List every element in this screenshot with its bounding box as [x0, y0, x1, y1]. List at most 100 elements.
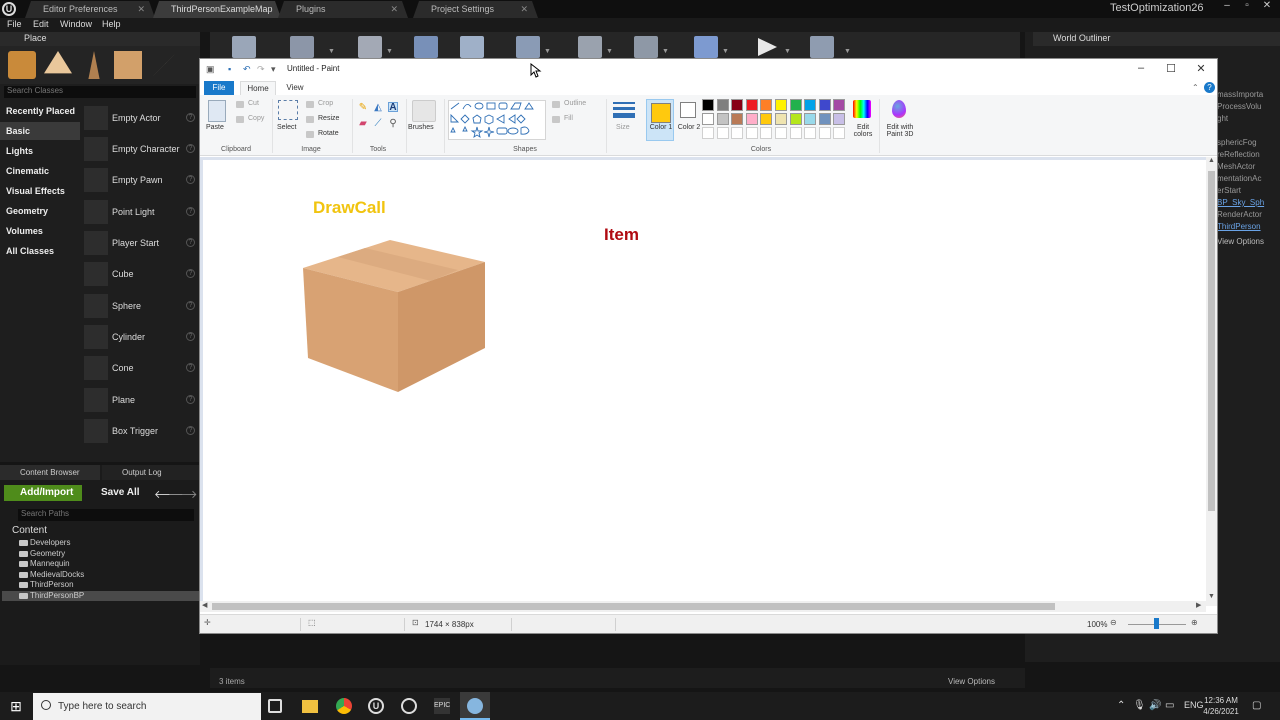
chevron-down-icon[interactable]: ▼: [328, 48, 335, 55]
place-mode-icon[interactable]: [8, 51, 36, 79]
cinematics-icon[interactable]: [460, 36, 484, 58]
asset-cone[interactable]: Cone?: [82, 354, 200, 382]
outliner-item[interactable]: massImporta: [1217, 90, 1263, 99]
blueprints-icon[interactable]: [414, 36, 438, 58]
notifications-icon[interactable]: ▢: [1252, 700, 1261, 711]
tab-file[interactable]: File: [204, 81, 234, 95]
palette-swatch[interactable]: [818, 113, 831, 125]
palette-swatch-empty[interactable]: [818, 127, 831, 139]
help-icon[interactable]: ?: [186, 395, 195, 404]
outliner-item[interactable]: BP_Sky_Sph: [1217, 198, 1264, 207]
outliner-view-options[interactable]: View Options: [1217, 237, 1264, 246]
cube-icon[interactable]: [694, 36, 718, 58]
folder-developers[interactable]: Developers: [12, 538, 70, 548]
save-icon[interactable]: ▪: [228, 65, 238, 75]
content-root-folder[interactable]: Content: [12, 525, 47, 536]
horizontal-scrollbar[interactable]: ◀ ▶: [200, 601, 1206, 612]
epic-games-icon[interactable]: EPIC: [434, 698, 450, 714]
fill-bucket-icon[interactable]: ◭: [373, 103, 383, 113]
fill-button[interactable]: Fill: [552, 115, 573, 123]
add-import-button[interactable]: Add/Import: [4, 485, 82, 501]
outliner-item[interactable]: ProcessVolu: [1217, 102, 1261, 111]
palette-swatch[interactable]: [731, 99, 744, 111]
horizontal-scroll-thumb[interactable]: [212, 603, 1055, 610]
asset-point-light[interactable]: Point Light?: [82, 198, 200, 226]
palette-swatch[interactable]: [833, 113, 846, 125]
volume-icon[interactable]: 🔊: [1149, 700, 1161, 711]
unreal-engine-icon[interactable]: U: [368, 698, 384, 714]
crop-button[interactable]: Crop: [306, 100, 333, 108]
scroll-down-icon[interactable]: ▼: [1208, 593, 1215, 600]
edit-colors-button[interactable]: Edit colors: [850, 124, 876, 138]
paint-taskbar-icon[interactable]: [460, 692, 490, 720]
tab-third-person-map[interactable]: ThirdPersonExampleMap: [153, 1, 281, 18]
outliner-item[interactable]: reReflection: [1217, 150, 1260, 159]
tab-home[interactable]: Home: [240, 81, 276, 95]
scroll-up-icon[interactable]: ▲: [1208, 157, 1215, 164]
palette-swatch[interactable]: [716, 113, 729, 125]
outliner-item[interactable]: ght: [1217, 114, 1228, 123]
color-picker-icon[interactable]: ⟋: [373, 119, 383, 129]
category-volumes[interactable]: Volumes: [0, 222, 80, 240]
close-icon[interactable]: ✕: [137, 4, 145, 15]
outliner-item[interactable]: ThirdPerson: [1217, 222, 1261, 231]
folder-third-person[interactable]: ThirdPerson: [12, 580, 74, 590]
save-icon[interactable]: [232, 36, 256, 58]
palette-swatch-empty[interactable]: [804, 127, 817, 139]
help-icon[interactable]: ?: [186, 144, 195, 153]
compile-icon[interactable]: [578, 36, 602, 58]
select-icon[interactable]: [278, 100, 298, 120]
asset-empty-actor[interactable]: Empty Actor?: [82, 104, 200, 132]
menu-file[interactable]: File: [7, 19, 22, 29]
asset-cylinder[interactable]: Cylinder?: [82, 323, 200, 351]
zoom-slider-thumb[interactable]: [1154, 618, 1159, 629]
landscape-mode-icon[interactable]: [114, 51, 142, 79]
customize-icon[interactable]: ▾: [271, 65, 281, 75]
tray-overflow-icon[interactable]: ⌃: [1117, 700, 1125, 711]
eraser-icon[interactable]: ▰: [358, 119, 368, 129]
asset-plane[interactable]: Plane?: [82, 386, 200, 414]
vertical-scroll-thumb[interactable]: [1208, 171, 1215, 511]
file-explorer-icon[interactable]: [302, 700, 318, 713]
close-icon[interactable]: ✕: [1186, 62, 1216, 78]
category-all-classes[interactable]: All Classes: [0, 242, 80, 260]
forward-arrow-icon[interactable]: 🡒: [168, 487, 198, 501]
help-icon[interactable]: ?: [186, 301, 195, 310]
launch-icon[interactable]: [810, 36, 834, 58]
paint3d-icon[interactable]: [892, 100, 906, 118]
outliner-item[interactable]: mentationAc: [1217, 174, 1261, 183]
zoom-in-icon[interactable]: ⊕: [1191, 618, 1198, 627]
palette-swatch[interactable]: [775, 113, 787, 125]
help-icon[interactable]: ?: [186, 113, 195, 122]
clapper-icon[interactable]: [634, 36, 658, 58]
palette-swatch[interactable]: [789, 113, 802, 125]
undo-icon[interactable]: ↶: [243, 65, 253, 75]
maximize-icon[interactable]: ▫: [1238, 0, 1256, 16]
menu-edit[interactable]: Edit: [33, 19, 49, 29]
search-classes-input[interactable]: Search Classes: [4, 86, 196, 98]
folder-geometry[interactable]: Geometry: [12, 549, 65, 559]
palette-swatch[interactable]: [804, 99, 817, 111]
close-icon[interactable]: ✕: [1258, 0, 1276, 16]
category-visual-effects[interactable]: Visual Effects: [0, 182, 80, 200]
outliner-item[interactable]: sphericFog: [1217, 138, 1257, 147]
help-icon[interactable]: ?: [186, 426, 195, 435]
redo-icon[interactable]: ↷: [257, 65, 267, 75]
help-icon[interactable]: ?: [186, 238, 195, 247]
palette-swatch-empty[interactable]: [789, 127, 802, 139]
help-icon[interactable]: ?: [186, 207, 195, 216]
palette-swatch[interactable]: [804, 113, 817, 125]
edit-colors-icon[interactable]: [853, 100, 871, 118]
palette-swatch[interactable]: [818, 99, 831, 111]
palette-swatch[interactable]: [702, 113, 714, 125]
tab-plugins[interactable]: Plugins ✕: [278, 1, 408, 18]
chrome-icon[interactable]: [336, 698, 352, 714]
palette-swatch[interactable]: [702, 99, 714, 111]
outliner-item[interactable]: MeshActor: [1217, 162, 1255, 171]
paint-mode-icon[interactable]: [44, 51, 72, 74]
outliner-item[interactable]: RenderActor: [1217, 210, 1262, 219]
palette-swatch-empty[interactable]: [731, 127, 744, 139]
zoom-out-icon[interactable]: ⊖: [1110, 618, 1117, 627]
menu-window[interactable]: Window: [60, 19, 92, 29]
paint-app-icon[interactable]: ▣: [206, 65, 216, 75]
